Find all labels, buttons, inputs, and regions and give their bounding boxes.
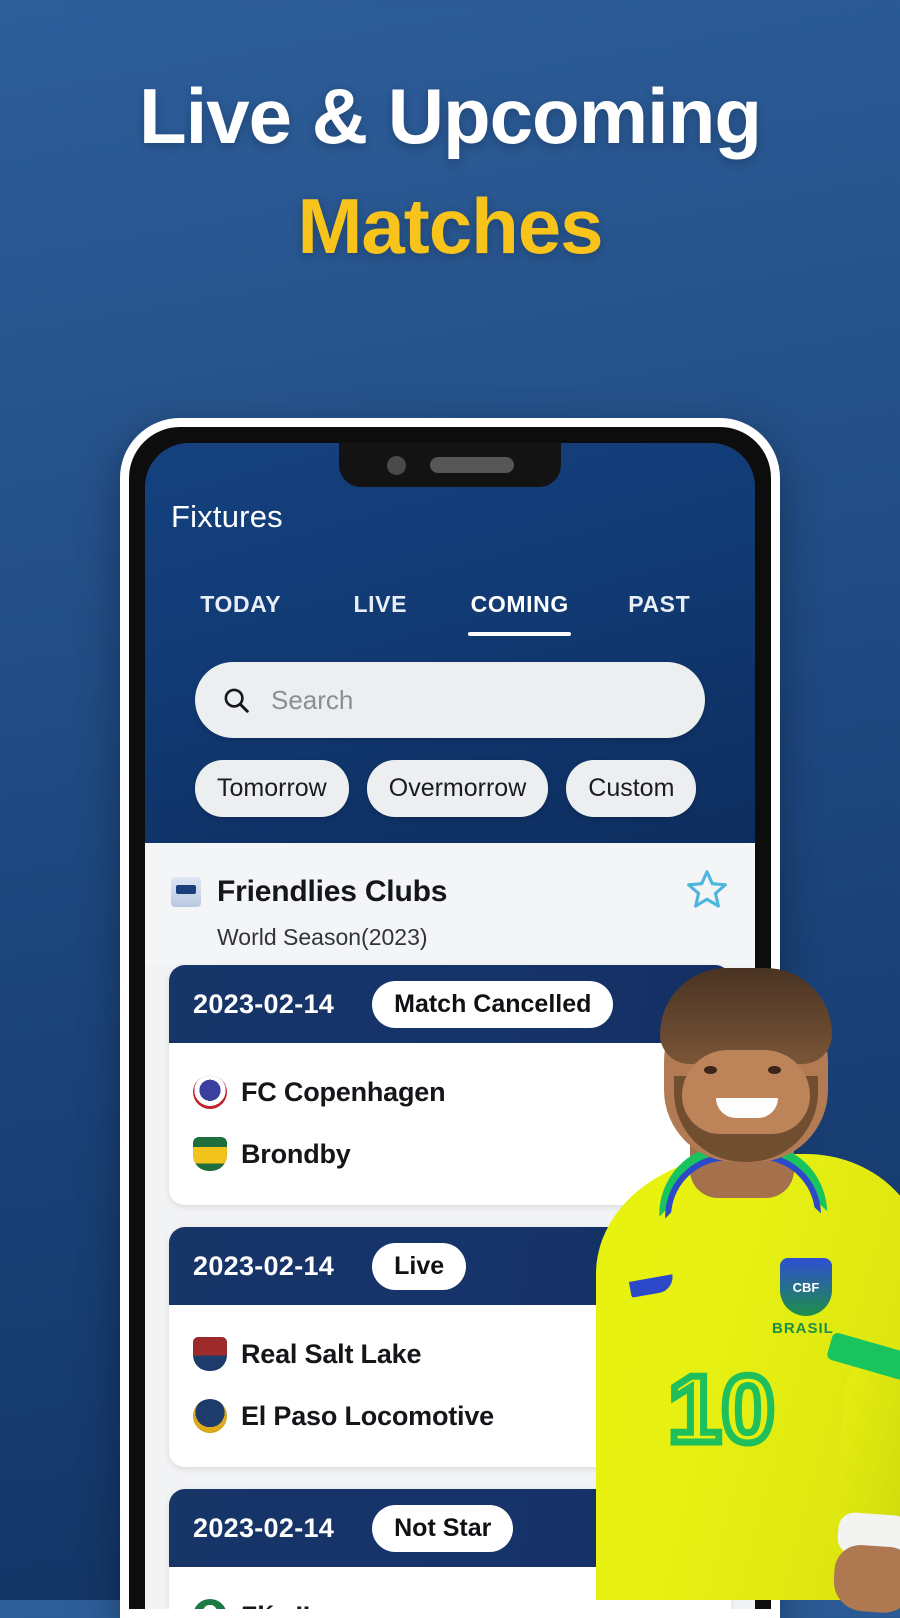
league-header[interactable]: Friendlies Clubs World Season(2023) — [145, 843, 755, 965]
phone-mockup: Fixtures TODAY LIVE COMING PAST Search T… — [120, 418, 780, 1618]
player-hand — [831, 1543, 900, 1615]
jersey-sleeve — [832, 1353, 900, 1569]
match-card[interactable]: 2023-02-14 Match Cancelled FC Copenhagen… — [169, 965, 731, 1205]
status-badge: Not Star — [372, 1504, 514, 1552]
promo-line-1: Live & Upcoming — [138, 72, 762, 160]
match-card-header: 2023-02-14 Not Star — [169, 1489, 731, 1567]
team-logo-icon — [193, 1137, 227, 1171]
team-row-home: Real Salt Lake — [193, 1323, 707, 1385]
phone-screen: Fixtures TODAY LIVE COMING PAST Search T… — [145, 443, 755, 1609]
status-badge: Match Cancelled — [372, 980, 614, 1028]
jersey-cuff — [836, 1511, 900, 1559]
tab-live-label: LIVE — [353, 591, 408, 617]
match-card[interactable]: 2023-02-14 Live Real Salt Lake El Paso L… — [169, 1227, 731, 1467]
match-list[interactable]: Friendlies Clubs World Season(2023) 2023… — [145, 843, 755, 1609]
promo-headline: Live & Upcoming Matches — [0, 0, 900, 270]
front-camera-icon — [386, 455, 406, 475]
match-date: 2023-02-14 — [193, 1250, 335, 1281]
team-score: 0 — [690, 1075, 707, 1108]
phone-notch — [339, 443, 561, 487]
match-card-body: FC Copenhagen 0 Brondby 0 — [169, 1043, 731, 1205]
team-logo-icon — [193, 1399, 227, 1433]
match-card-body: Zlín II Sigma Olomouc II — [169, 1567, 731, 1609]
team-row-home: FC Copenhagen 0 — [193, 1061, 707, 1123]
tab-coming-label: COMING — [470, 591, 569, 617]
match-card-header: 2023-02-14 Match Cancelled — [169, 965, 731, 1043]
team-row-away: El Paso Locomotive — [193, 1385, 707, 1447]
team-row-home: Zlín II — [193, 1585, 707, 1609]
team-row-away: Brondby 0 — [193, 1123, 707, 1185]
app-header: Fixtures TODAY LIVE COMING PAST Search T… — [145, 443, 755, 843]
search-input[interactable]: Search — [195, 662, 705, 738]
page-title: Fixtures — [171, 499, 283, 534]
match-card[interactable]: 2023-02-14 Not Star Zlín II Sigma Olomou… — [169, 1489, 731, 1609]
tab-past-label: PAST — [628, 591, 691, 617]
team-name: Brondby — [241, 1138, 351, 1169]
favorite-star-button[interactable] — [685, 867, 729, 916]
league-name: Friendlies Clubs — [217, 874, 448, 908]
team-name: Zlín II — [241, 1601, 310, 1610]
tab-past[interactable]: PAST — [590, 591, 730, 636]
team-logo-icon — [193, 1337, 227, 1371]
search-placeholder: Search — [271, 684, 354, 715]
match-date: 2023-02-14 — [193, 988, 335, 1019]
filter-chip-tomorrow[interactable]: Tomorrow — [195, 760, 349, 817]
team-logo-icon — [193, 1075, 227, 1109]
promo-line-2: Matches — [297, 182, 603, 270]
tab-bar: TODAY LIVE COMING PAST — [171, 591, 729, 636]
team-name: FC Copenhagen — [241, 1076, 446, 1107]
search-section: Search — [171, 636, 729, 738]
tab-coming[interactable]: COMING — [450, 591, 590, 636]
fifa-league-badge-icon — [171, 876, 201, 907]
team-logo-icon — [193, 1599, 227, 1609]
jersey-brasil-text: BRASIL — [772, 1320, 834, 1337]
earpiece-speaker-icon — [429, 457, 514, 473]
tab-live[interactable]: LIVE — [311, 591, 451, 636]
search-icon — [224, 688, 249, 713]
jersey-armband — [825, 1331, 900, 1385]
match-card-body: Real Salt Lake El Paso Locomotive — [169, 1305, 731, 1467]
filter-chip-custom[interactable]: Custom — [566, 760, 697, 817]
filter-chip-overmorrow[interactable]: Overmorrow — [366, 760, 549, 817]
team-name: El Paso Locomotive — [241, 1400, 494, 1431]
match-card-header: 2023-02-14 Live — [169, 1227, 731, 1305]
star-outline-icon — [687, 870, 727, 908]
cbf-crest-icon: CBF — [780, 1258, 832, 1316]
status-badge: Live — [372, 1242, 467, 1290]
team-score: 0 — [690, 1137, 707, 1170]
tab-today-label: TODAY — [200, 591, 282, 617]
match-date: 2023-02-14 — [193, 1512, 335, 1543]
tab-today[interactable]: TODAY — [171, 591, 311, 636]
filter-chip-row: Tomorrow Overmorrow Custom — [171, 738, 729, 843]
league-subtitle: World Season(2023) — [217, 924, 428, 950]
team-name: Real Salt Lake — [241, 1338, 422, 1369]
